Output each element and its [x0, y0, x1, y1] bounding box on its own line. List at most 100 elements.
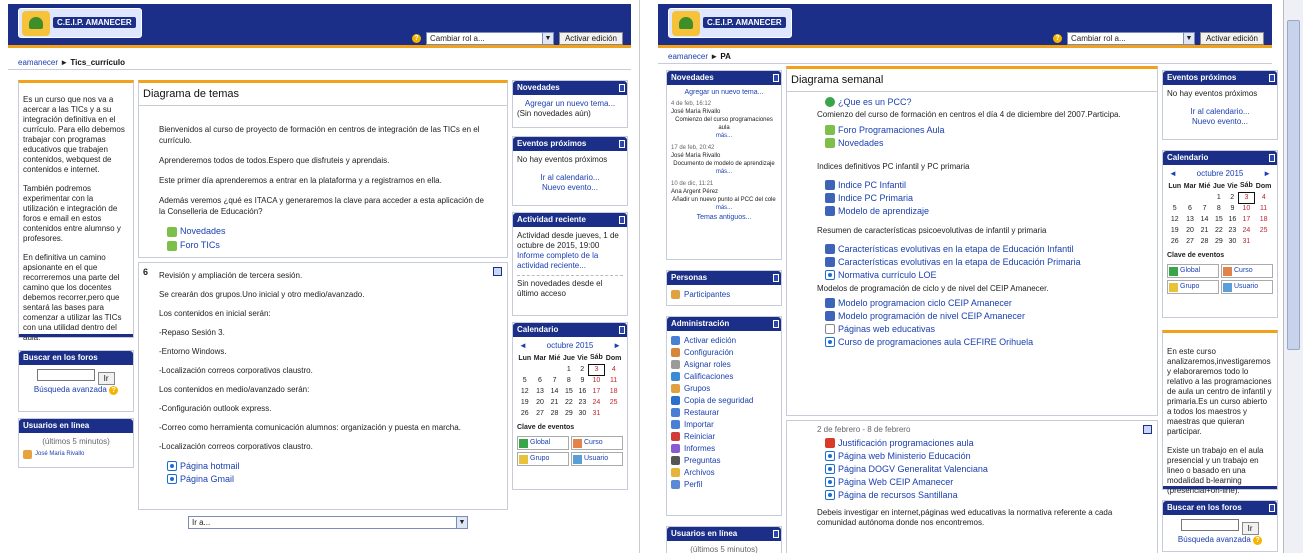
vertical-scrollbar[interactable] [1283, 0, 1303, 553]
admin-menu-item[interactable]: Archivos [671, 467, 777, 478]
role-select[interactable]: Cambiar rol a... ▼ [425, 32, 554, 45]
admin-menu-item[interactable]: Preguntas [671, 455, 777, 466]
calendar-day[interactable]: 29 [562, 408, 577, 419]
forum-search-input[interactable] [37, 369, 96, 381]
calendar-day[interactable]: 18 [1254, 214, 1273, 225]
calendar-day[interactable]: 1 [1212, 192, 1227, 203]
calendar-day[interactable]: 29 [1212, 236, 1227, 247]
event-key-toggle[interactable]: Grupo [1167, 280, 1219, 294]
calendar-day[interactable]: 24 [589, 397, 605, 408]
admin-menu-item[interactable]: Importar [671, 419, 777, 430]
calendar-day[interactable]: 15 [562, 386, 577, 397]
scrollbar-thumb[interactable] [1287, 20, 1300, 350]
event-key-toggle[interactable]: Curso [571, 436, 623, 450]
block-toggle-icon[interactable] [773, 74, 779, 82]
calendar-day[interactable]: 26 [1167, 236, 1182, 247]
document-link[interactable]: Características evolutivas en la etapa d… [825, 257, 1147, 267]
role-select[interactable]: Cambiar rol a... ▼ [1066, 32, 1195, 45]
collapse-section-icon[interactable] [1143, 425, 1152, 434]
document-link[interactable]: Justificación programaciones aula [825, 438, 1147, 448]
resource-link[interactable]: Página Gmail [167, 474, 487, 484]
block-toggle-icon[interactable] [773, 530, 779, 538]
calendar-day[interactable]: 27 [532, 408, 547, 419]
block-toggle-icon[interactable] [619, 216, 625, 224]
calendar-month[interactable]: octubre 2015 [547, 341, 594, 351]
calendar-day[interactable]: 20 [532, 397, 547, 408]
calendar-day[interactable]: 28 [548, 408, 562, 419]
calendar-day[interactable]: 26 [517, 408, 532, 419]
resource-link[interactable]: Página Web CEIP Amanecer [825, 477, 1147, 487]
block-toggle-icon[interactable] [1269, 74, 1275, 82]
calendar-day[interactable]: 2 [576, 364, 589, 375]
calendar-day[interactable]: 13 [532, 386, 547, 397]
calendar-day[interactable]: 5 [1167, 203, 1182, 214]
document-link[interactable]: Modelo de aprendizaje [825, 206, 1147, 216]
calendar-day[interactable]: 17 [1239, 214, 1255, 225]
block-toggle-icon[interactable] [1269, 504, 1275, 512]
forum-search-input[interactable] [1181, 519, 1240, 531]
admin-menu-item[interactable]: Reiniciar [671, 431, 777, 442]
next-month-icon[interactable]: ► [1263, 169, 1271, 179]
event-key-toggle[interactable]: Usuario [1221, 280, 1273, 294]
calendar-day[interactable]: 7 [1198, 203, 1212, 214]
calendar-day[interactable]: 8 [1212, 203, 1227, 214]
read-more-link[interactable]: más... [716, 169, 732, 175]
calendar-day[interactable]: 8 [562, 375, 577, 386]
calendar-day[interactable]: 12 [1167, 214, 1182, 225]
new-event-link[interactable]: Nuevo evento... [1192, 117, 1248, 126]
block-toggle-icon[interactable] [619, 140, 625, 148]
calendar-day[interactable]: 19 [1167, 225, 1182, 236]
go-to-calendar-link[interactable]: Ir al calendario... [1190, 107, 1249, 116]
admin-menu-item[interactable]: Copia de seguridad [671, 395, 777, 406]
calendar-day[interactable]: 1 [562, 364, 577, 375]
calendar-day[interactable]: 5 [517, 375, 532, 386]
calendar-day[interactable]: 30 [576, 408, 589, 419]
help-icon[interactable]: ? [1253, 536, 1263, 545]
calendar-day[interactable]: 7 [548, 375, 562, 386]
resource-link[interactable]: Página DOGV Generalitat Valenciana [825, 464, 1147, 474]
document-link[interactable]: Indice PC Infantil [825, 180, 1147, 190]
admin-menu-item[interactable]: Activar edición [671, 335, 777, 346]
calendar-day[interactable]: 9 [1226, 203, 1239, 214]
resource-link[interactable]: ¿Que es un PCC? [825, 97, 1147, 107]
admin-menu-item[interactable]: Configuración [671, 347, 777, 358]
calendar-day[interactable]: 18 [604, 386, 623, 397]
participants-link[interactable]: Participantes [671, 289, 777, 300]
calendar-day[interactable]: 4 [1254, 192, 1273, 203]
resource-link[interactable]: Curso de programaciones aula CEFIRE Orih… [825, 337, 1147, 347]
forum-link[interactable]: Foro Programaciones Aula [825, 125, 1147, 135]
calendar-day[interactable]: 21 [548, 397, 562, 408]
read-more-link[interactable]: más... [716, 133, 732, 139]
calendar-day[interactable]: 25 [604, 397, 623, 408]
forum-link[interactable]: Novedades [167, 226, 487, 237]
calendar-day[interactable]: 16 [576, 386, 589, 397]
resource-link[interactable]: Página web Ministerio Educación [825, 451, 1147, 461]
calendar-day[interactable]: 15 [1212, 214, 1227, 225]
resource-link[interactable]: Página de recursos Santillana [825, 490, 1147, 500]
forum-link[interactable]: Novedades [825, 138, 1147, 148]
full-report-link[interactable]: Informe completo de la actividad recient… [517, 251, 598, 270]
older-topics-link[interactable]: Temas antiguos... [697, 214, 752, 221]
calendar-day[interactable]: 10 [1239, 203, 1255, 214]
block-toggle-icon[interactable] [1269, 154, 1275, 162]
calendar-day[interactable]: 16 [1226, 214, 1239, 225]
calendar-day[interactable]: 4 [604, 364, 623, 375]
calendar-day[interactable]: 3 [588, 363, 605, 376]
calendar-day[interactable]: 9 [576, 375, 589, 386]
calendar-day[interactable]: 11 [1254, 203, 1273, 214]
prev-month-icon[interactable]: ◄ [1169, 169, 1177, 179]
search-go-button[interactable]: Ir [97, 372, 115, 385]
resource-link[interactable]: Página hotmail [167, 461, 487, 471]
help-icon[interactable]: ? [1052, 34, 1062, 43]
calendar-day[interactable]: 6 [1182, 203, 1197, 214]
calendar-day[interactable]: 22 [1212, 225, 1227, 236]
new-event-link[interactable]: Nuevo evento... [542, 183, 598, 192]
block-toggle-icon[interactable] [773, 274, 779, 282]
edit-button[interactable]: Activar edición [1199, 32, 1264, 45]
site-logo[interactable]: C.E.I.P. AMANECER [668, 8, 792, 38]
calendar-day[interactable]: 2 [1226, 192, 1239, 203]
event-key-toggle[interactable]: Usuario [571, 452, 623, 466]
admin-menu-item[interactable]: Grupos [671, 383, 777, 394]
block-toggle-icon[interactable] [773, 320, 779, 328]
event-key-toggle[interactable]: Global [1167, 264, 1219, 278]
